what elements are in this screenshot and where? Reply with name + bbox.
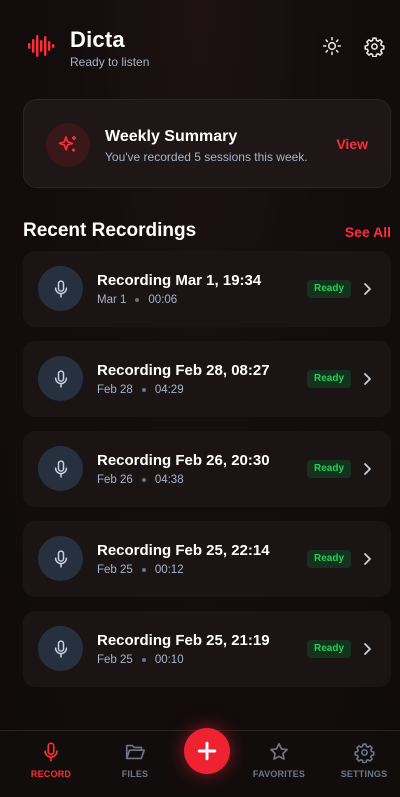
nav-favorites-label: FAVORITES	[252, 769, 306, 779]
recording-avatar	[38, 266, 83, 311]
recording-meta: Feb 26 04:38	[97, 474, 184, 486]
recording-duration: 04:38	[154, 474, 184, 486]
sun-icon	[322, 36, 342, 56]
separator-dot	[141, 658, 146, 662]
recording-title: Recording Feb 28, 08:27	[97, 362, 270, 379]
recording-meta: Feb 25 00:10	[97, 654, 184, 666]
summary-icon-badge	[46, 123, 90, 167]
recording-duration: 00:12	[154, 564, 184, 576]
chevron-right-icon[interactable]	[359, 279, 375, 299]
nav-favorites[interactable]: FAVORITES	[239, 731, 319, 797]
recording-duration: 04:29	[154, 384, 184, 396]
recording-date: Mar 1	[97, 294, 127, 306]
separator-dot	[141, 388, 146, 392]
recording-title: Recording Feb 25, 22:14	[97, 542, 270, 559]
recording-title: Recording Feb 26, 20:30	[97, 452, 270, 469]
recording-row[interactable]: Recording Feb 26, 20:30 Feb 26 04:38 Ready	[23, 431, 391, 507]
microphone-icon	[44, 742, 58, 762]
nav-settings-label: SETTINGS	[340, 769, 388, 779]
recordings-list: Recording Mar 1, 19:34 Mar 1 00:06 Ready Rec…	[23, 251, 391, 701]
recording-title: Recording Feb 25, 21:19	[97, 632, 270, 649]
microphone-icon	[54, 459, 67, 478]
status-badge: Ready	[307, 460, 352, 478]
recording-avatar	[38, 626, 83, 671]
theme-toggle-button[interactable]	[320, 34, 344, 58]
app-title: Dicta	[70, 27, 125, 52]
soundwave-logo-icon	[28, 35, 55, 57]
status-badge: Ready	[307, 370, 352, 388]
microphone-icon	[54, 639, 67, 658]
recording-meta: Mar 1 00:06	[97, 294, 177, 306]
microphone-icon	[54, 279, 67, 298]
nav-files[interactable]: FILES	[95, 731, 175, 797]
recording-duration: 00:06	[148, 294, 178, 306]
recording-row[interactable]: Recording Feb 25, 21:19 Feb 25 00:10 Ready	[23, 611, 391, 687]
separator-dot	[135, 298, 140, 302]
separator-dot	[141, 568, 146, 572]
nav-record[interactable]: RECORD	[11, 731, 91, 797]
settings-button[interactable]	[362, 34, 386, 58]
plus-icon	[197, 741, 217, 761]
recording-avatar	[38, 356, 83, 401]
status-badge: Ready	[307, 550, 352, 568]
recording-avatar	[38, 446, 83, 491]
folder-open-icon	[125, 744, 145, 760]
app-screen: Dicta Ready to listen Weekly Summary You…	[0, 0, 400, 797]
separator-dot	[141, 478, 146, 482]
recording-date: Feb 26	[97, 474, 133, 486]
nav-record-label: RECORD	[30, 769, 72, 779]
status-badge: Ready	[307, 280, 352, 298]
recording-row[interactable]: Recording Mar 1, 19:34 Mar 1 00:06 Ready	[23, 251, 391, 327]
recording-row[interactable]: Recording Feb 25, 22:14 Feb 25 00:12 Ready	[23, 521, 391, 597]
recording-meta: Feb 25 00:12	[97, 564, 184, 576]
microphone-icon	[54, 369, 67, 388]
recording-date: Feb 25	[97, 654, 133, 666]
gear-icon	[363, 36, 385, 57]
recording-meta: Feb 28 04:29	[97, 384, 184, 396]
star-icon	[270, 742, 288, 760]
nav-files-label: FILES	[121, 769, 149, 779]
nav-settings[interactable]: SETTINGS	[324, 731, 400, 797]
chevron-right-icon[interactable]	[359, 369, 375, 389]
recording-duration: 00:10	[154, 654, 184, 666]
header: Dicta Ready to listen	[0, 0, 400, 90]
view-summary-link[interactable]: View	[336, 136, 368, 152]
recent-recordings-heading: Recent Recordings	[23, 220, 197, 241]
recording-row[interactable]: Recording Feb 28, 08:27 Feb 28 04:29 Ready	[23, 341, 391, 417]
status-badge: Ready	[307, 640, 352, 658]
sparkles-icon	[58, 136, 76, 152]
chevron-right-icon[interactable]	[359, 549, 375, 569]
summary-title: Weekly Summary	[105, 128, 238, 145]
microphone-icon	[54, 549, 67, 568]
summary-text: You've recorded 5 sessions this week.	[105, 150, 308, 164]
new-recording-button[interactable]	[184, 728, 230, 774]
weekly-summary-card[interactable]: Weekly Summary You've recorded 5 session…	[23, 99, 391, 188]
recording-date: Feb 28	[97, 384, 133, 396]
recording-date: Feb 25	[97, 564, 133, 576]
recording-title: Recording Mar 1, 19:34	[97, 272, 262, 289]
recording-avatar	[38, 536, 83, 581]
gear-icon	[353, 742, 375, 763]
app-status: Ready to listen	[70, 55, 150, 69]
chevron-right-icon[interactable]	[359, 459, 375, 479]
see-all-link[interactable]: See All	[345, 224, 391, 240]
chevron-right-icon[interactable]	[359, 639, 375, 659]
